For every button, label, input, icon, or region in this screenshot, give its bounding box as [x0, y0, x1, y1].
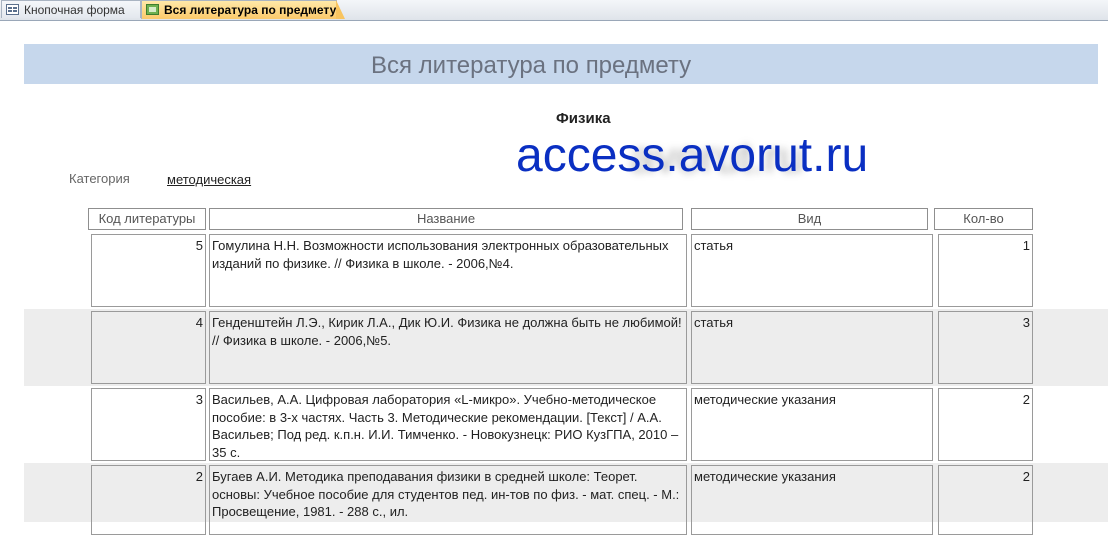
watermark: access.avorut.ru [516, 129, 869, 182]
column-header-code: Код литературы [88, 208, 206, 230]
report-title: Вся литература по предмету [371, 52, 692, 79]
cell-count[interactable]: 3 [938, 311, 1033, 384]
form-icon [6, 4, 19, 15]
document-tab-bar: Кнопочная форма Вся литература по предме… [0, 0, 1108, 21]
cell-title[interactable]: Бугаев А.И. Методика преподавания физики… [209, 465, 687, 535]
table-row: 3 Васильев, А.А. Цифровая лаборатория «L… [24, 386, 1108, 463]
tab-label: Кнопочная форма [24, 3, 125, 17]
cell-code[interactable]: 3 [91, 388, 206, 461]
category-value[interactable]: методическая [167, 172, 251, 187]
cell-code[interactable]: 2 [91, 465, 206, 535]
cell-count[interactable]: 2 [938, 465, 1033, 535]
column-header-count: Кол-во [934, 208, 1033, 230]
cell-type[interactable]: статья [691, 311, 933, 384]
cell-count[interactable]: 1 [938, 234, 1033, 307]
column-header-type: Вид [691, 208, 928, 230]
category-label: Категория [69, 171, 130, 186]
cell-title[interactable]: Генденштейн Л.Э., Кирик Л.А., Дик Ю.И. Ф… [209, 311, 687, 384]
tab-all-literature-report[interactable]: Вся литература по предмету [141, 0, 345, 19]
cell-title[interactable]: Гомулина Н.Н. Возможности использования … [209, 234, 687, 307]
tab-label: Вся литература по предмету [164, 3, 337, 17]
table-row: 5 Гомулина Н.Н. Возможности использовани… [24, 232, 1108, 309]
cell-title[interactable]: Васильев, А.А. Цифровая лаборатория «L-м… [209, 388, 687, 461]
report-icon [146, 4, 159, 15]
table-row: 2 Бугаев А.И. Методика преподавания физи… [24, 463, 1108, 535]
table-row: 4 Генденштейн Л.Э., Кирик Л.А., Дик Ю.И.… [24, 309, 1108, 386]
tab-switchboard-form[interactable]: Кнопочная форма [1, 0, 141, 18]
column-header-title: Название [209, 208, 683, 230]
cell-type[interactable]: методические указания [691, 388, 933, 461]
cell-count[interactable]: 2 [938, 388, 1033, 461]
cell-code[interactable]: 4 [91, 311, 206, 384]
cell-type[interactable]: статья [691, 234, 933, 307]
subject-heading: Физика [556, 110, 611, 127]
cell-code[interactable]: 5 [91, 234, 206, 307]
cell-type[interactable]: методические указания [691, 465, 933, 535]
